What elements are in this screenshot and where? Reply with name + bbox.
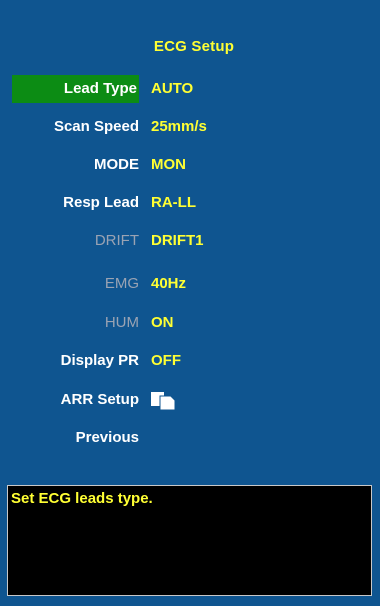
help-text: Set ECG leads type. xyxy=(11,490,153,507)
ecg-setup-panel: ECG Setup Lead Type AUTO Scan Speed 25mm… xyxy=(0,0,380,606)
scan-speed-label[interactable]: Scan Speed xyxy=(12,113,139,141)
display-pr-value[interactable]: OFF xyxy=(151,347,181,375)
drift-value: DRIFT1 xyxy=(151,232,204,249)
hum-value: ON xyxy=(151,314,174,331)
emg-value: 40Hz xyxy=(151,275,187,292)
row-arr-setup[interactable]: ARR Setup xyxy=(0,386,380,414)
help-text-box: Set ECG leads type. xyxy=(7,485,372,596)
row-mode[interactable]: MODE MON xyxy=(0,151,380,179)
row-display-pr[interactable]: Display PR OFF xyxy=(0,347,380,375)
row-hum: HUM ON xyxy=(0,309,380,337)
copy-pages-icon[interactable] xyxy=(150,391,186,411)
row-emg: EMG 40Hz xyxy=(0,270,380,298)
resp-lead-label[interactable]: Resp Lead xyxy=(12,189,139,217)
lead-type-value[interactable]: AUTO xyxy=(151,75,193,103)
row-resp-lead[interactable]: Resp Lead RA-LL xyxy=(0,189,380,217)
mode-label[interactable]: MODE xyxy=(12,151,139,179)
row-previous[interactable]: Previous xyxy=(0,424,380,452)
resp-lead-value[interactable]: RA-LL xyxy=(151,189,196,217)
drift-label: DRIFT xyxy=(94,232,139,249)
row-lead-type[interactable]: Lead Type AUTO xyxy=(0,75,380,103)
emg-label: EMG xyxy=(104,275,139,292)
mode-value[interactable]: MON xyxy=(151,151,186,179)
lead-type-label[interactable]: Lead Type xyxy=(12,75,139,103)
row-drift: DRIFT DRIFT1 xyxy=(0,227,380,255)
row-scan-speed[interactable]: Scan Speed 25mm/s xyxy=(0,113,380,141)
hum-label: HUM xyxy=(104,314,139,331)
previous-button[interactable]: Previous xyxy=(12,424,139,452)
display-pr-label[interactable]: Display PR xyxy=(12,347,139,375)
scan-speed-value[interactable]: 25mm/s xyxy=(151,113,207,141)
panel-title: ECG Setup xyxy=(153,38,235,55)
arr-setup-label[interactable]: ARR Setup xyxy=(12,386,139,414)
